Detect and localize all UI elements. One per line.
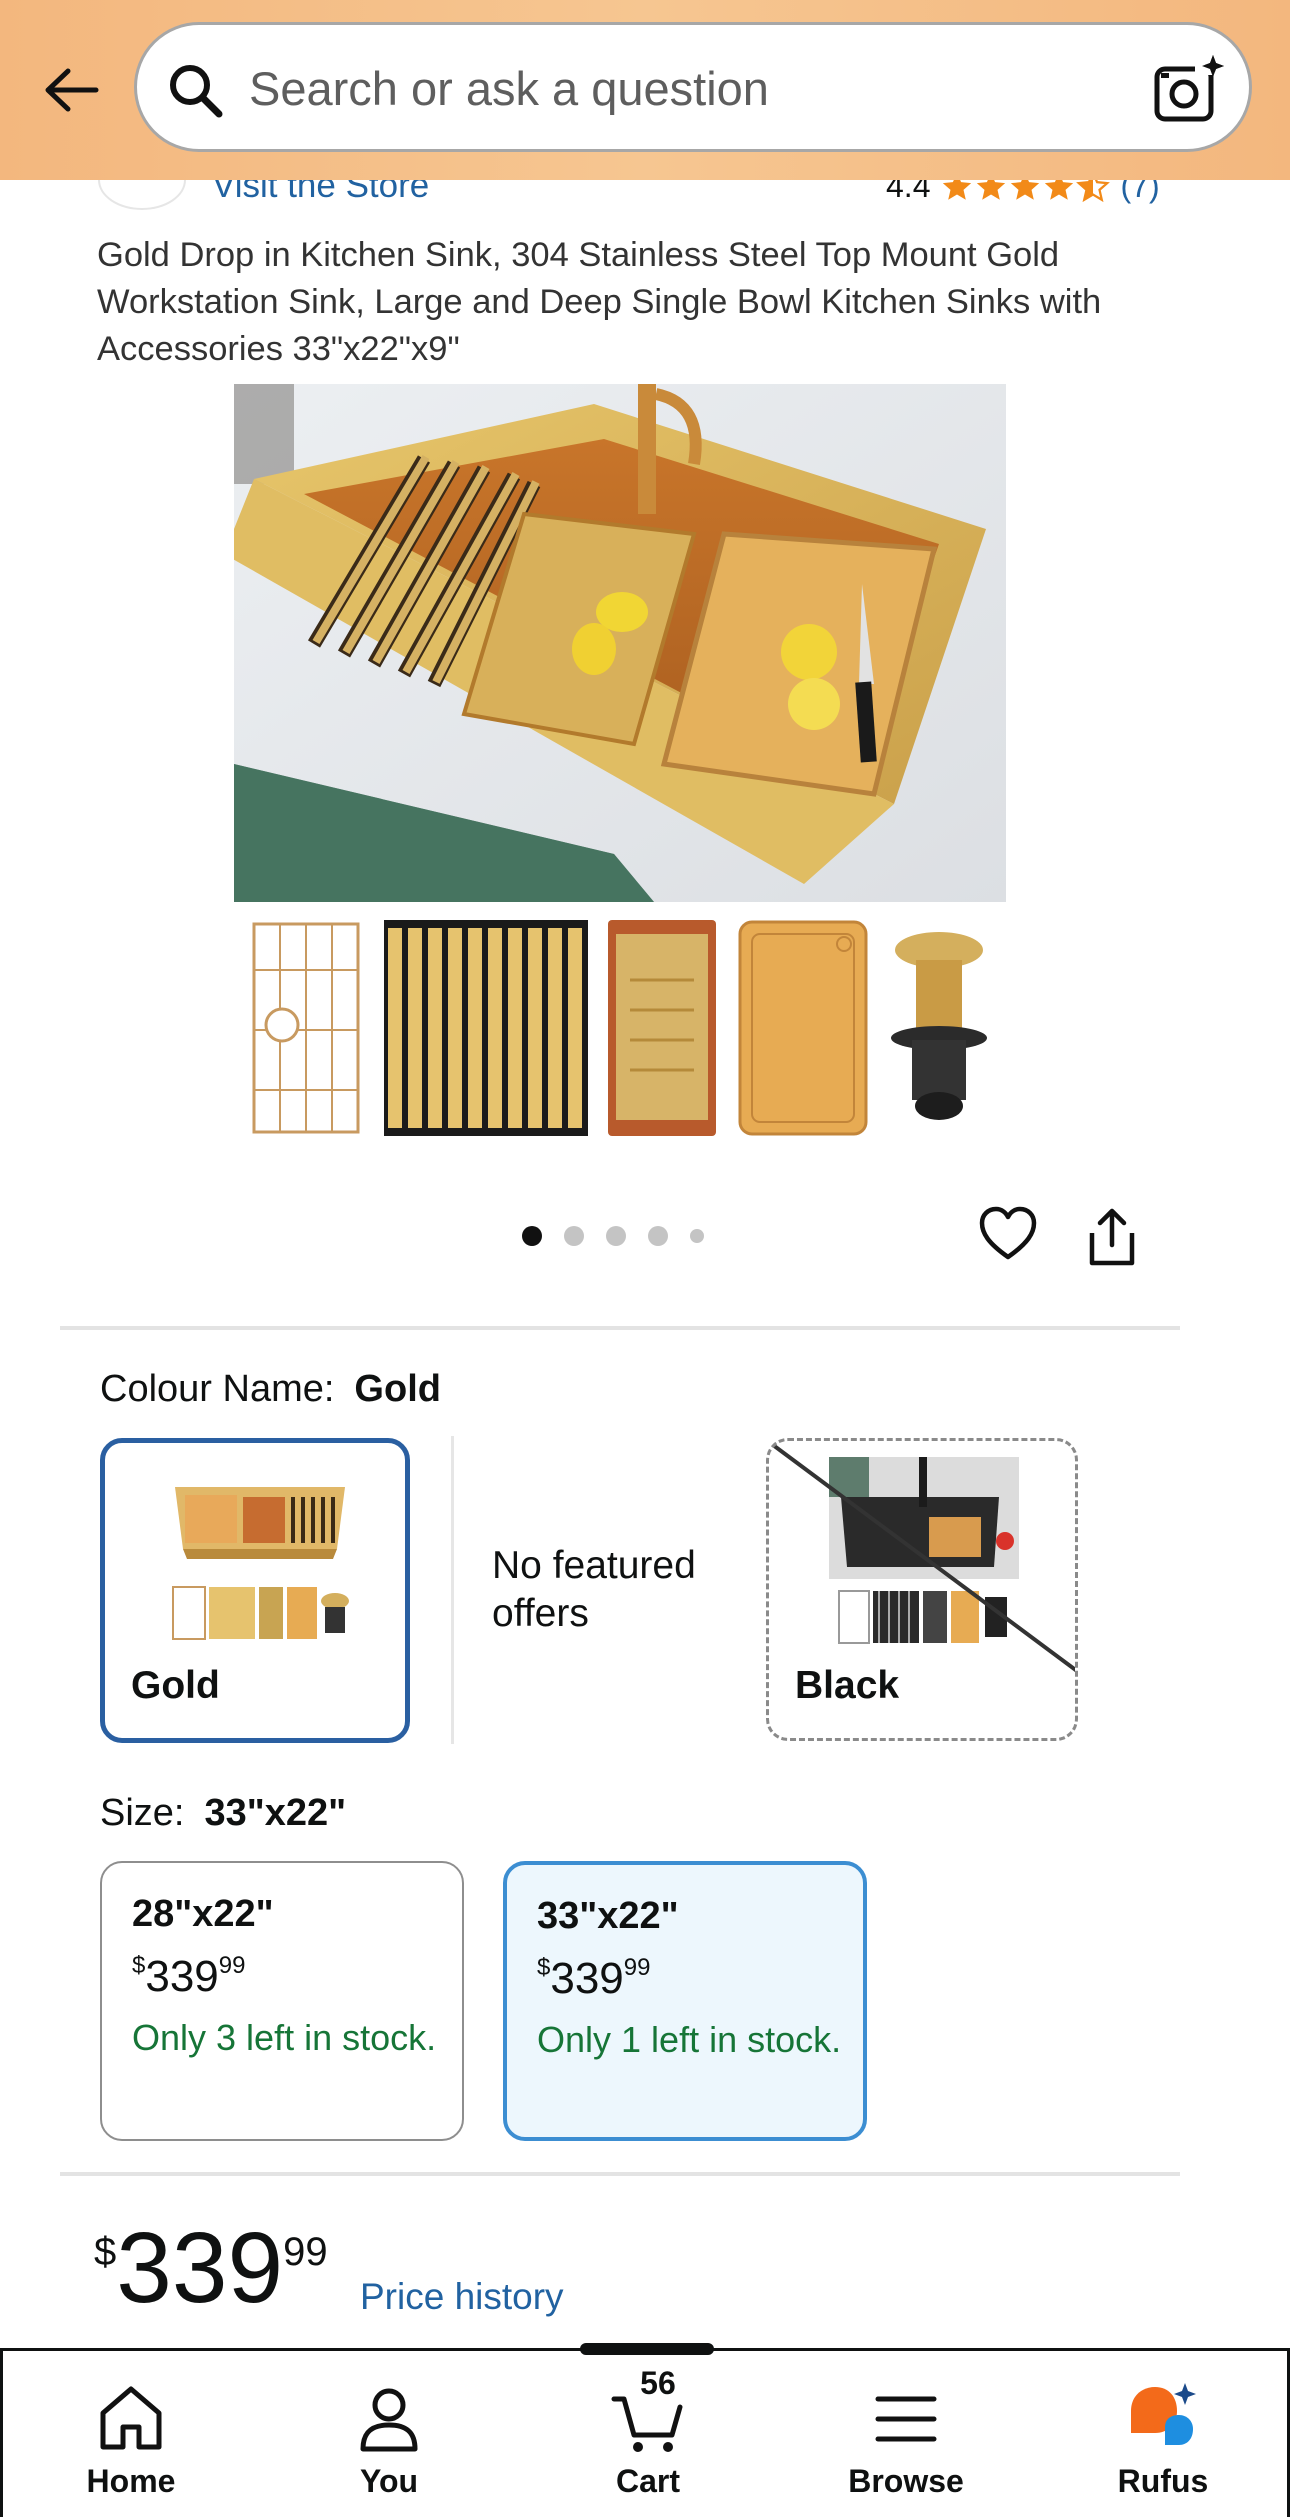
back-button[interactable]	[30, 55, 110, 125]
price-whole: 339	[550, 1954, 624, 2003]
nav-label: Home	[86, 2463, 176, 2499]
price-currency: $	[132, 1952, 146, 1979]
size-selected-value: 33"x22"	[204, 1792, 347, 1834]
pager-dot[interactable]	[690, 1229, 704, 1243]
nav-label: Rufus	[1117, 2463, 1209, 2499]
pager-dot-active[interactable]	[522, 1226, 542, 1246]
product-main-image[interactable]	[234, 384, 1006, 902]
colour-option-gold[interactable]: Gold	[100, 1438, 410, 1743]
rufus-icon	[1131, 2383, 1196, 2445]
nav-home[interactable]: Home	[41, 2351, 221, 2517]
size-option-name: 28"x22"	[132, 1893, 274, 1935]
vertical-separator	[451, 1436, 454, 1744]
size-option-price: $ 339 99	[132, 1952, 462, 2002]
section-divider	[60, 1326, 1180, 1330]
price-whole: 339	[145, 1952, 219, 2001]
search-input[interactable]	[249, 53, 1069, 123]
size-label: Size: 33"x22"	[100, 1792, 346, 1835]
pager-dot[interactable]	[564, 1226, 584, 1246]
colander-thumbnail[interactable]	[608, 920, 716, 1136]
grid-rack-thumbnail[interactable]	[250, 920, 362, 1136]
product-title: Gold Drop in Kitchen Sink, 304 Stainless…	[97, 236, 1102, 368]
stock-status: Only 3 left in stock.	[132, 2017, 437, 2058]
home-icon	[100, 2386, 162, 2450]
price-fraction: 99	[623, 1954, 651, 1981]
size-option-price: $ 339 99	[537, 1954, 863, 2004]
colour-option-black[interactable]: Black	[766, 1438, 1078, 1741]
nav-label: Browse	[848, 2463, 964, 2499]
menu-icon	[875, 2396, 937, 2442]
colour-label-text: Colour Name:	[100, 1368, 335, 1410]
search-bar[interactable]	[134, 22, 1252, 152]
colour-option-name: Gold	[131, 1664, 220, 1707]
heart-icon[interactable]	[978, 1205, 1038, 1265]
size-label-text: Size:	[100, 1792, 185, 1834]
sink-photo	[234, 384, 1006, 902]
roll-up-rack-thumbnail[interactable]	[384, 920, 588, 1136]
price-currency: $	[94, 2230, 117, 2274]
nav-cart[interactable]: 56 Cart	[558, 2351, 738, 2517]
drain-strainer-thumbnail[interactable]	[886, 920, 992, 1136]
accessory-thumbnails	[234, 920, 1006, 1140]
cart-count-badge: 56	[640, 2365, 676, 2401]
top-header	[0, 0, 1290, 180]
gold-sink-thumbnail	[172, 1487, 349, 1640]
no-featured-offers-text: No featured offers	[492, 1544, 696, 1635]
search-icon	[170, 65, 223, 118]
main-price: $ 339 99	[94, 2218, 328, 2318]
price-history-link[interactable]: Price history	[360, 2276, 564, 2318]
colour-selected-value: Gold	[354, 1368, 441, 1410]
nav-label: Cart	[615, 2463, 680, 2499]
back-arrow-icon	[45, 68, 99, 112]
share-icon[interactable]	[1084, 1205, 1140, 1269]
image-pager-dots	[522, 1226, 704, 1246]
size-option-name: 33"x22"	[537, 1895, 679, 1937]
bottom-navigation: Home You 56 Cart Browse Rufus	[0, 2343, 1290, 2517]
person-icon	[360, 2388, 418, 2452]
nav-browse[interactable]: Browse	[816, 2351, 996, 2517]
pager-dot[interactable]	[606, 1226, 626, 1246]
colour-label: Colour Name: Gold	[100, 1368, 441, 1411]
size-option-28x22[interactable]: 28"x22" $ 339 99 Only 3 left in stock.	[100, 1861, 464, 2141]
price-whole: 339	[116, 2212, 284, 2324]
section-divider	[60, 2172, 1180, 2176]
nav-you[interactable]: You	[299, 2351, 479, 2517]
price-fraction: 99	[283, 2230, 328, 2274]
size-option-33x22[interactable]: 33"x22" $ 339 99 Only 1 left in stock.	[503, 1861, 867, 2141]
cutting-board-thumbnail[interactable]	[738, 920, 868, 1136]
colour-option-name: Black	[795, 1664, 900, 1707]
camera-search-icon[interactable]	[1151, 51, 1227, 127]
price-currency: $	[537, 1954, 551, 1981]
stock-status: Only 1 left in stock.	[537, 2019, 842, 2060]
nav-rufus[interactable]: Rufus	[1073, 2351, 1253, 2517]
nav-label: You	[359, 2463, 419, 2499]
pager-dot[interactable]	[648, 1226, 668, 1246]
price-fraction: 99	[218, 1952, 246, 1979]
